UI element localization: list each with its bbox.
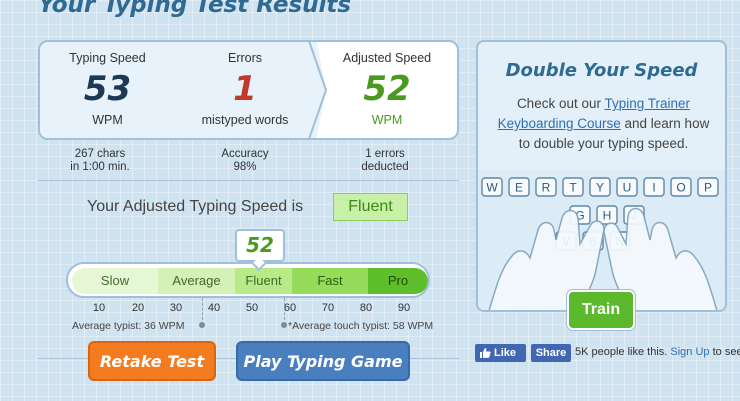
speed-scale: Slow Average Fluent Fast Pro (66, 262, 430, 298)
stats-box: Typing Speed 53 WPM Errors 1 mistyped wo… (38, 40, 459, 140)
thumbs-up-icon (480, 348, 491, 358)
typing-speed-stat: Typing Speed 53 WPM (40, 42, 175, 138)
scale-tick: 40 (207, 302, 221, 314)
facebook-like-count: 5K people like this. Sign Up to see (575, 346, 740, 358)
deducted-stat: 1 errors deducted (335, 148, 435, 174)
average-typist-dot (199, 322, 205, 328)
scale-tick: 80 (359, 302, 373, 314)
retake-test-button[interactable]: Retake Test (88, 341, 216, 381)
scale-tick: 90 (397, 302, 411, 314)
train-button[interactable]: Train (567, 290, 635, 330)
touch-typist-label: *Average touch typist: 58 WPM (288, 320, 434, 332)
keyboard-key-label: P (704, 181, 712, 195)
promo-title: Double Your Speed (505, 60, 698, 81)
promo-panel: Double Your Speed Check out our Typing T… (476, 40, 727, 312)
average-typist-label: Average typist: 36 WPM (72, 320, 185, 332)
adjusted-speed-value: 52 (363, 69, 411, 109)
scale-segment-pro: Pro (368, 268, 428, 294)
divider-top (38, 180, 459, 181)
chars-count: 267 chars (74, 148, 126, 160)
adjusted-speed-unit: WPM (371, 113, 403, 127)
scale-tick: 70 (321, 302, 335, 314)
scale-tick: 30 (169, 302, 183, 314)
promo-text: Check out our Typing Trainer Keyboarding… (496, 94, 711, 154)
errors-unit: mistyped words (201, 113, 289, 127)
adjusted-speed-sentence: Your Adjusted Typing Speed is (87, 198, 304, 215)
facebook-like-button[interactable]: Like (475, 344, 526, 362)
page-title: Your Typing Test Results (38, 0, 352, 18)
scale-tick: 20 (131, 302, 145, 314)
keyboard-key-label: T (569, 181, 577, 195)
adjusted-speed-label: Adjusted Speed (342, 51, 432, 65)
typing-speed-value: 53 (83, 69, 132, 109)
keyboard-key-label: R (542, 181, 551, 195)
errors-stat: Errors 1 mistyped words (175, 42, 315, 138)
facebook-share-button[interactable]: Share (531, 344, 571, 362)
errors-label: Errors (227, 51, 263, 65)
keyboard-key-label: O (676, 181, 685, 195)
touch-typist-dot (281, 322, 287, 328)
keyboard-key-label: Y (596, 181, 604, 195)
keyboard-key-label: I (652, 181, 655, 195)
play-typing-game-button[interactable]: Play Typing Game (236, 341, 410, 381)
speed-level-badge: Fluent (333, 193, 408, 221)
like-count-text: 5K people like this. (575, 346, 668, 358)
typing-speed-label: Typing Speed (69, 51, 146, 65)
keyboard-key-label: H (603, 209, 612, 223)
accuracy-label: Accuracy (221, 148, 269, 160)
chars-stat: 267 chars in 1:00 min. (50, 148, 150, 174)
keyboard-key-label: W (486, 181, 498, 195)
sign-up-link[interactable]: Sign Up (670, 346, 709, 358)
scale-tick: 10 (92, 302, 106, 314)
keyboard-key-label: U (623, 181, 632, 195)
scale-segment-fast: Fast (292, 268, 368, 294)
scale-segment-slow: Slow (72, 268, 158, 294)
scale-tick: 50 (245, 302, 259, 314)
scale-tick: 60 (283, 302, 297, 314)
chars-time: in 1:00 min. (70, 161, 130, 173)
accuracy-stat: Accuracy 98% (195, 148, 295, 174)
facebook-like-label: Like (494, 347, 517, 359)
typing-speed-unit: WPM (92, 113, 123, 127)
average-typist-line (202, 298, 203, 320)
touch-typist-line (284, 298, 285, 320)
errors-value: 1 (233, 69, 257, 109)
adjusted-speed-stat: Adjusted Speed 52 WPM (315, 42, 457, 138)
scale-segment-fluent: Fluent (235, 268, 292, 294)
scale-segment-average: Average (158, 268, 235, 294)
accuracy-value: 98% (233, 161, 257, 173)
sign-up-suffix: to see (712, 346, 740, 358)
keyboard-key-label: E (515, 181, 523, 195)
deducted-label: deducted (361, 161, 409, 173)
deducted-count: 1 errors (365, 148, 405, 160)
promo-text-before: Check out our (516, 96, 601, 111)
keyboard-keys-row1: WERTYUIOP (481, 177, 719, 197)
